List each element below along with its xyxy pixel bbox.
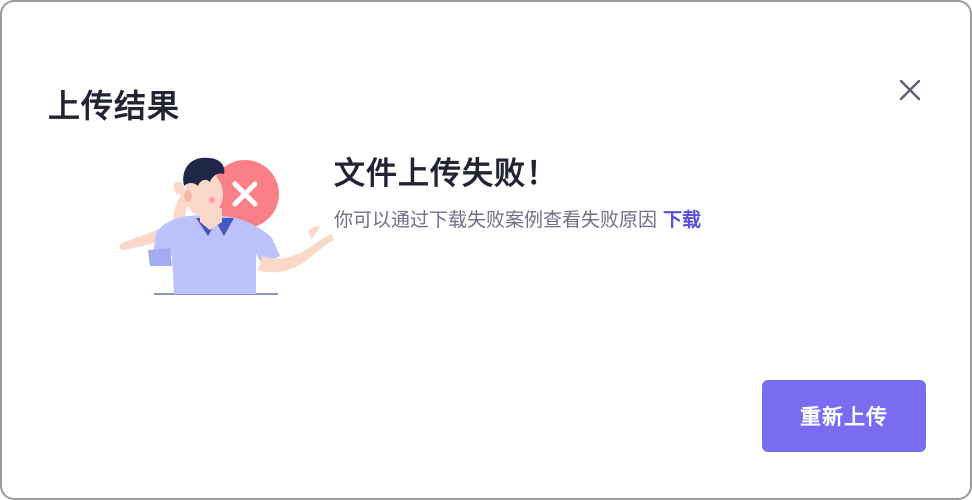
upload-result-dialog: 上传结果 文件上传失败！ 你可以通过下载失败案例查看失败原因 下载 重新上传 <box>0 0 972 500</box>
result-description-row: 你可以通过下载失败案例查看失败原因 下载 <box>334 204 701 236</box>
upload-failed-illustration <box>119 157 334 295</box>
result-title: 文件上传失败！ <box>334 156 558 192</box>
result-description: 你可以通过下载失败案例查看失败原因 <box>334 209 658 231</box>
reupload-button[interactable]: 重新上传 <box>762 380 926 452</box>
close-button[interactable] <box>892 72 928 108</box>
close-icon <box>899 79 921 101</box>
download-link[interactable]: 下载 <box>663 209 701 231</box>
dialog-title: 上传结果 <box>48 87 181 125</box>
